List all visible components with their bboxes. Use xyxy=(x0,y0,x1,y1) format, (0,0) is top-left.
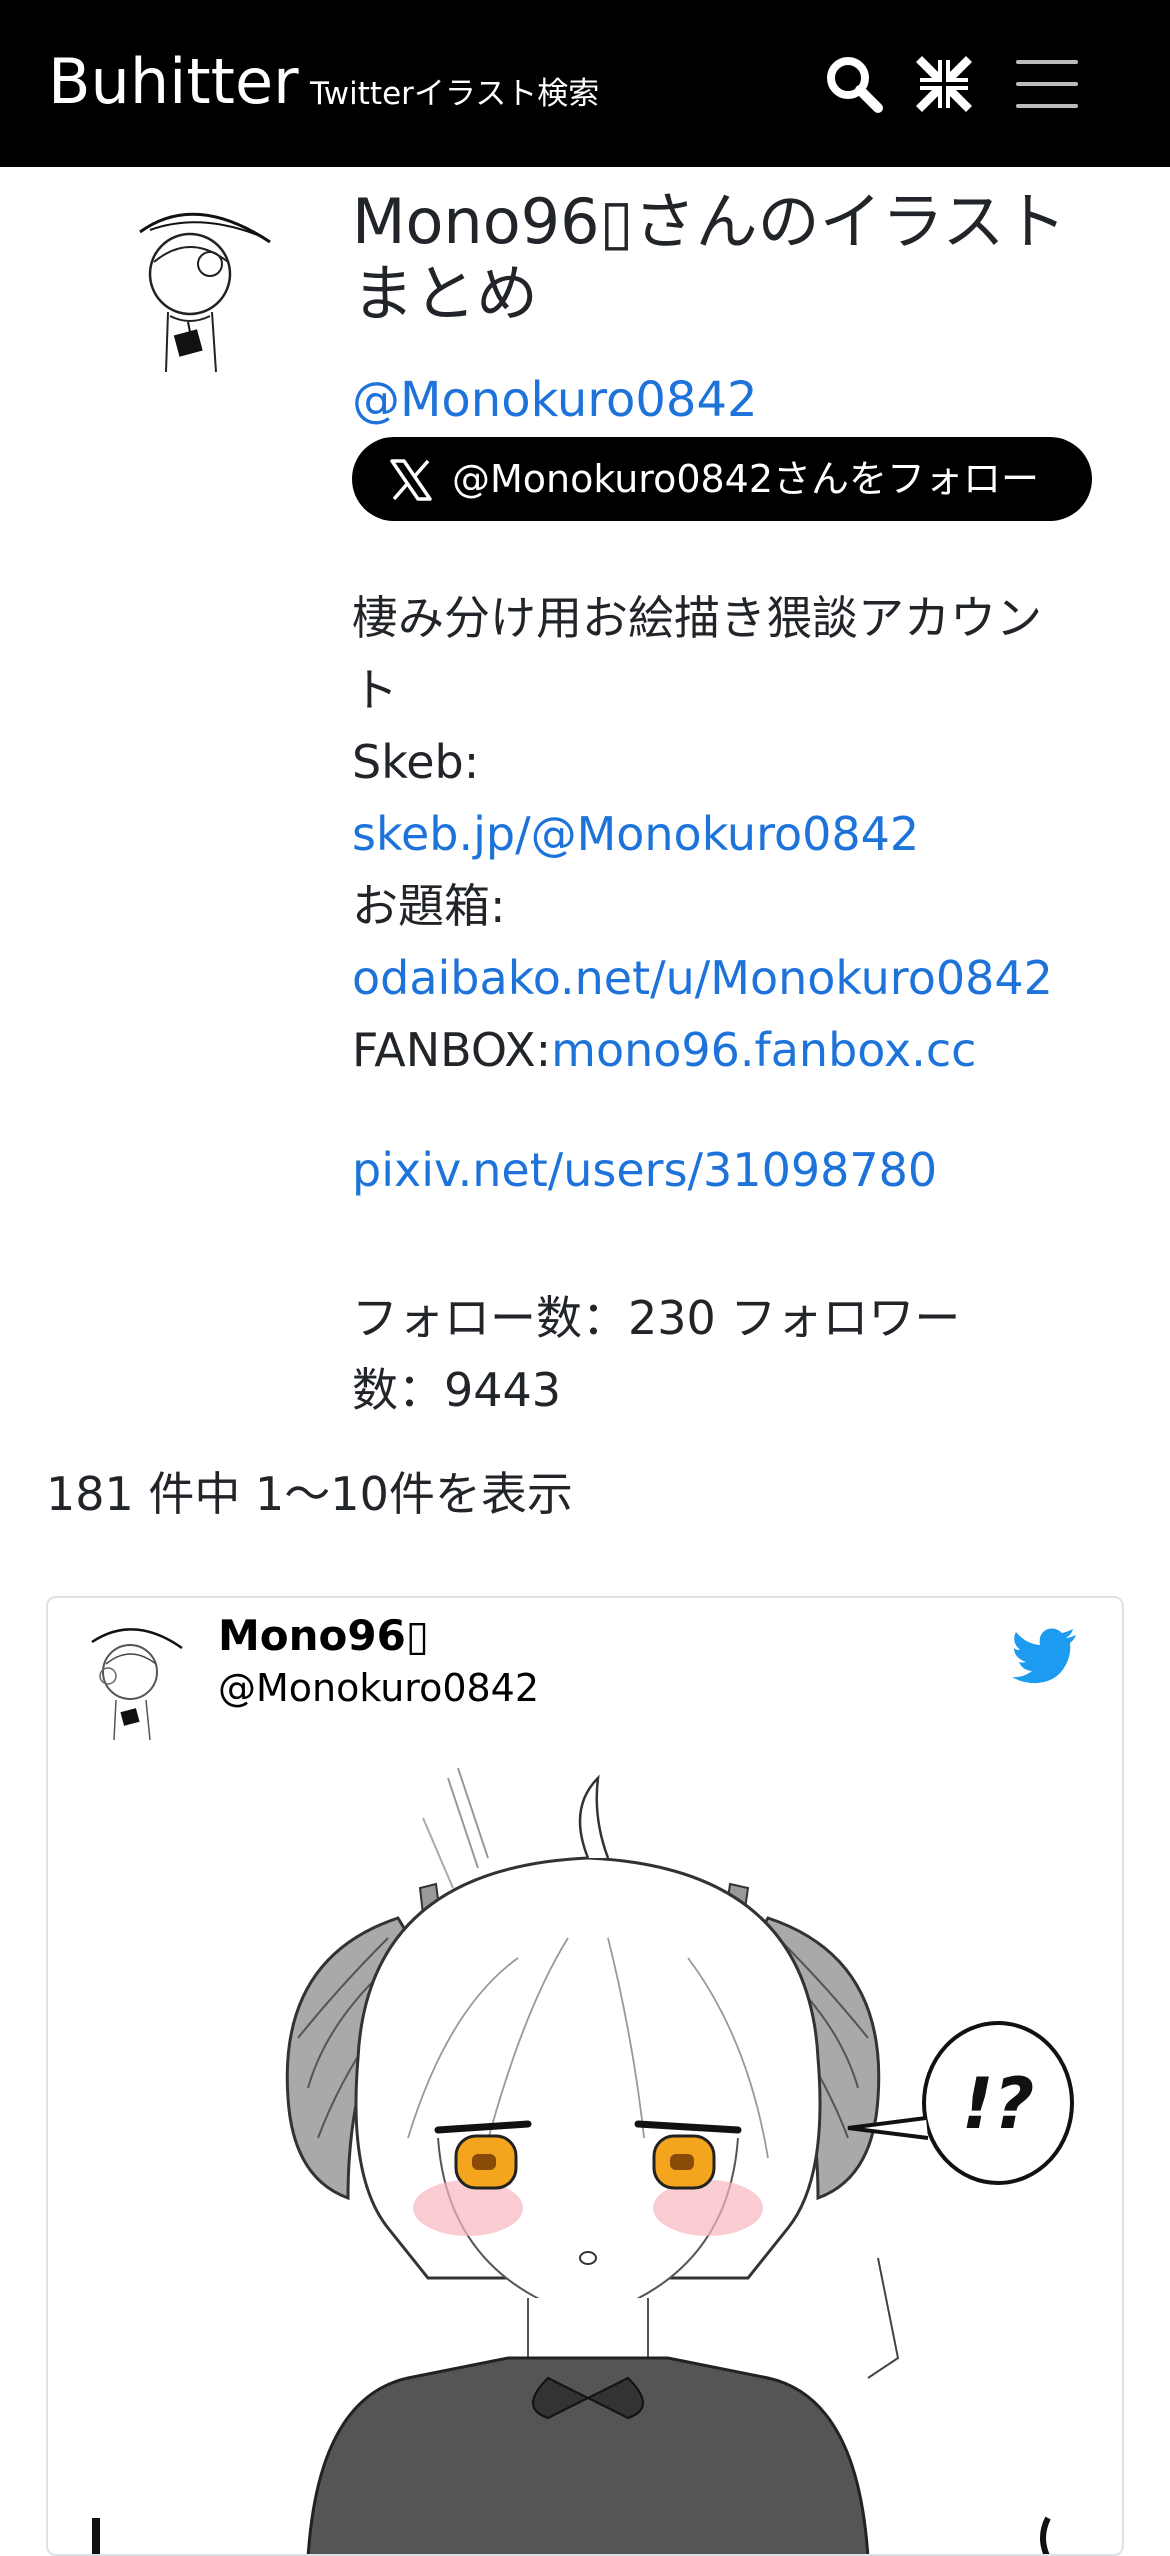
tweet-avatar[interactable] xyxy=(78,1614,188,1744)
profile-handle-link[interactable]: @Monokuro0842 xyxy=(352,364,1112,436)
tweet-author-handle[interactable]: @Monokuro0842 xyxy=(218,1664,539,1712)
result-count: 181 件中 1〜10件を表示 xyxy=(46,1467,573,1521)
tweet-illustration[interactable]: !? xyxy=(48,1758,1122,2554)
pixiv-link[interactable]: pixiv.net/users/31098780 xyxy=(352,1134,937,1206)
fanbox-link[interactable]: mono96.fanbox.cc xyxy=(551,1023,976,1077)
title-line-1: Mono96▯さんのイラスト xyxy=(352,185,1067,258)
twitter-bird-icon[interactable] xyxy=(1012,1628,1078,1684)
odaibako-label: お題箱: xyxy=(352,879,506,933)
title-line-2: まとめ xyxy=(352,257,539,330)
skeb-label: Skeb: xyxy=(352,735,480,789)
x-logo-icon xyxy=(388,457,434,503)
bio-line-2: ト xyxy=(352,663,398,717)
skeb-link[interactable]: skeb.jp/@Monokuro0842 xyxy=(352,798,919,870)
top-navbar: Buhitter Twitterイラスト検索 xyxy=(0,0,1170,167)
profile-avatar xyxy=(110,192,280,382)
brand-logo[interactable]: Buhitter xyxy=(48,46,299,118)
hamburger-menu-icon[interactable] xyxy=(1012,52,1082,116)
fanbox-label: FANBOX: xyxy=(352,1023,552,1077)
brand-tagline: Twitterイラスト検索 xyxy=(310,76,600,112)
compress-icon[interactable] xyxy=(912,52,976,116)
follow-on-x-button[interactable]: @Monokuro0842さんをフォロー xyxy=(352,437,1092,521)
speech-bubble-text: !? xyxy=(962,2063,1035,2145)
search-icon[interactable] xyxy=(822,52,886,116)
follow-button-label: @Monokuro0842さんをフォロー xyxy=(452,457,1040,501)
stats-line-2: 数：9443 xyxy=(352,1363,562,1417)
odaibako-link[interactable]: odaibako.net/u/Monokuro0842 xyxy=(352,942,1053,1014)
fanbox-row: FANBOX:mono96.fanbox.cc xyxy=(352,1014,976,1086)
tweet-card[interactable]: Mono96▯ @Monokuro0842 !? xyxy=(46,1596,1124,2556)
page-title: Mono96▯さんのイラスト まとめ xyxy=(352,186,1112,330)
bio-line-1: 棲み分け用お絵描き猥談アカウン xyxy=(352,591,1042,645)
follow-stats: フォロー数：230 フォロワー 数：9443 xyxy=(352,1282,1112,1426)
tweet-author-name[interactable]: Mono96▯ xyxy=(218,1608,429,1664)
stats-line-1: フォロー数：230 フォロワー xyxy=(352,1291,961,1345)
